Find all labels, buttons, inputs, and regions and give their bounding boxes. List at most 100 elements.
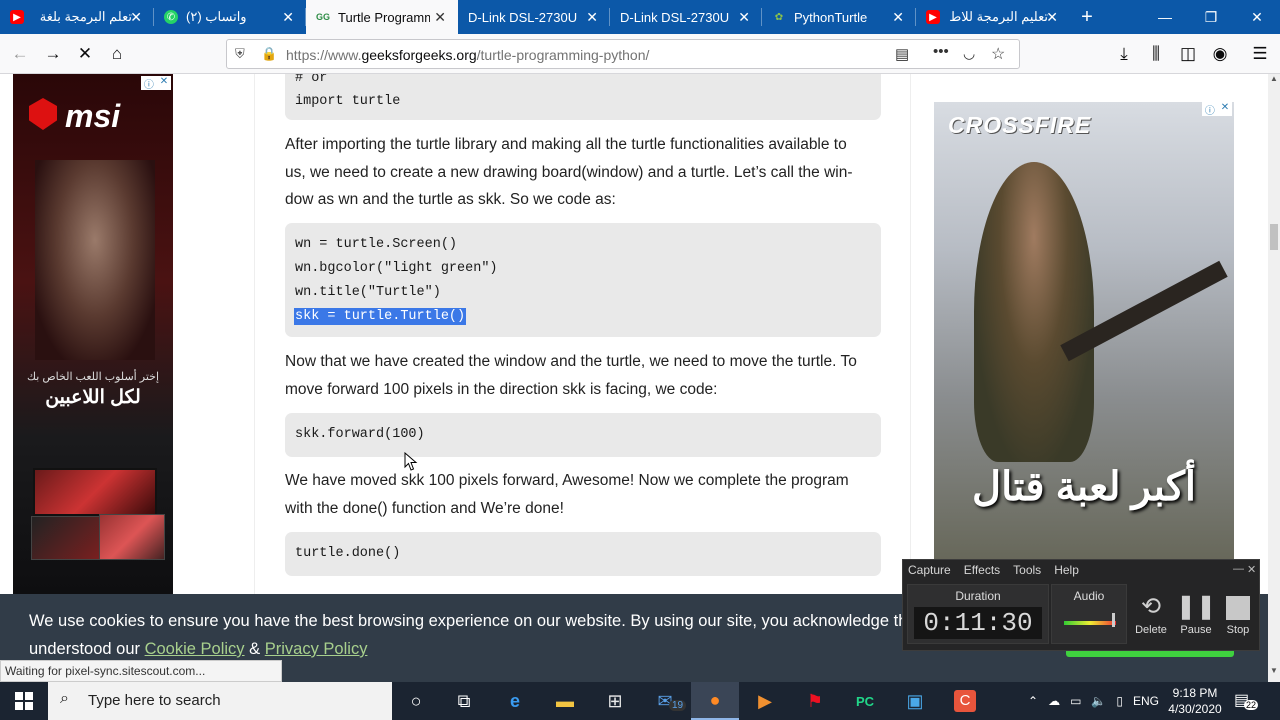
close-icon[interactable]: ✕: [1247, 563, 1256, 576]
clock-time: 9:18 PM: [1172, 686, 1218, 700]
crossfire-advertisement[interactable]: ⓘ ✕ CROSSFIRE أكبر لعبة قتال: [934, 102, 1234, 594]
cortana-icon[interactable]: ○: [392, 682, 440, 720]
menu-help[interactable]: Help: [1054, 563, 1079, 577]
code-block-forward: skk.forward(100): [285, 413, 881, 457]
power-icon[interactable]: ▯: [1116, 694, 1123, 708]
file-explorer-icon[interactable]: ▬: [541, 682, 589, 720]
home-button[interactable]: ⌂: [103, 40, 131, 68]
privacy-policy-link[interactable]: Privacy Policy: [265, 640, 368, 658]
scroll-up-arrow[interactable]: ▲: [1268, 74, 1280, 88]
forward-button[interactable]: →: [39, 40, 67, 68]
tab-label: PythonTurtle: [794, 9, 868, 25]
scroll-down-arrow[interactable]: ▼: [1268, 666, 1280, 680]
close-tab-icon[interactable]: ✕: [282, 9, 294, 26]
menu-tools[interactable]: Tools: [1013, 563, 1041, 577]
msi-advertisement[interactable]: ⓘ ✕ msi إختر أسلوب اللعب الخاص بك لكل الل…: [13, 74, 173, 594]
stop-loading-button[interactable]: ✕: [71, 40, 99, 68]
ad-choices-icon[interactable]: ⓘ ✕: [1202, 102, 1232, 117]
mail-icon[interactable]: ✉ 19: [641, 682, 689, 720]
pause-button[interactable]: ❚❚ Pause: [1174, 592, 1218, 636]
stop-button[interactable]: Stop: [1216, 592, 1260, 636]
menu-effects[interactable]: Effects: [964, 563, 1000, 577]
library-icon[interactable]: ⫼: [1142, 40, 1170, 68]
reader-view-icon[interactable]: ▤: [895, 45, 909, 63]
sidebar-icon[interactable]: ◫: [1174, 40, 1202, 68]
code-line: wn.bgcolor("light green"): [295, 261, 498, 276]
acrobat-icon[interactable]: ⚑: [791, 682, 839, 720]
geeksforgeeks-icon: GG: [316, 12, 331, 22]
menu-icon[interactable]: ☰: [1246, 40, 1274, 68]
close-tab-icon[interactable]: ✕: [1046, 9, 1058, 26]
bookmark-star-icon[interactable]: ☆: [991, 44, 1005, 64]
youtube-icon: ▶: [926, 10, 940, 24]
download-icon[interactable]: ⤓: [1110, 40, 1138, 68]
mail-badge: 19: [669, 700, 687, 711]
page-actions-icon[interactable]: •••: [933, 43, 949, 60]
lock-icon[interactable]: 🔒: [261, 46, 277, 62]
close-tab-icon[interactable]: ✕: [434, 9, 446, 26]
taskbar-search[interactable]: ⌕ Type here to search: [48, 682, 392, 720]
camtasia-icon[interactable]: C: [941, 682, 989, 720]
navigation-toolbar: ← → ✕ ⌂ ⛨ 🔒 https://www.geeksforgeeks.or…: [0, 34, 1280, 74]
address-bar[interactable]: ⛨ 🔒 https://www.geeksforgeeks.org/turtle…: [226, 39, 1020, 69]
tab-dlink-1[interactable]: D-Link DSL-2730U ✕: [458, 0, 610, 34]
tab-dlink-2[interactable]: D-Link DSL-2730U ✕: [610, 0, 762, 34]
clock[interactable]: 9:18 PM 4/30/2020: [1160, 685, 1230, 717]
media-player-icon[interactable]: ▶: [741, 682, 789, 720]
page-scrollbar[interactable]: ▲ ▼: [1268, 74, 1280, 682]
language-indicator[interactable]: ENG: [1133, 694, 1159, 708]
tab-label: (٢) واتساب: [186, 9, 247, 24]
tab-label: Turtle Programmi: [338, 9, 430, 25]
minimize-button[interactable]: —: [1142, 0, 1188, 34]
restore-button[interactable]: ❐: [1188, 0, 1234, 34]
store-icon[interactable]: ⊞: [591, 682, 639, 720]
delete-button[interactable]: ⟲ Delete: [1129, 592, 1173, 636]
msi-brand: msi: [65, 98, 121, 134]
scrollbar-thumb[interactable]: [1270, 224, 1278, 250]
pocket-icon[interactable]: ◡: [963, 45, 975, 62]
cookie-policy-link[interactable]: Cookie Policy: [145, 640, 245, 658]
ad-choices-icon[interactable]: ⓘ ✕: [141, 76, 171, 91]
tab-pythonturtle[interactable]: ✿ PythonTurtle ✕: [762, 0, 916, 34]
selected-code-text[interactable]: skk = turtle.Turtle(): [293, 308, 467, 325]
edge-icon[interactable]: e: [491, 682, 539, 720]
minimize-icon[interactable]: —: [1233, 563, 1244, 575]
close-tab-icon[interactable]: ✕: [738, 9, 750, 26]
cookie-text: understood our: [29, 640, 145, 658]
audio-slider-handle[interactable]: [1112, 613, 1115, 627]
shield-icon[interactable]: ⛨: [235, 46, 245, 62]
laptop-image: [33, 468, 157, 516]
msi-shield-logo: [29, 98, 57, 130]
tab-whatsapp[interactable]: ✆ (٢) واتساب ✕: [154, 0, 306, 34]
pycharm-icon[interactable]: PC: [841, 682, 889, 720]
audio-label: Audio: [1073, 589, 1105, 603]
audio-level-meter[interactable]: [1064, 621, 1116, 625]
paragraph: We have moved skk 100 pixels forward, Aw…: [285, 467, 881, 522]
menu-capture[interactable]: Capture: [908, 563, 951, 577]
close-tab-icon[interactable]: ✕: [130, 9, 142, 26]
firefox-icon[interactable]: ●: [691, 682, 739, 720]
volume-icon[interactable]: 🔈: [1091, 694, 1106, 708]
start-button[interactable]: [0, 682, 48, 720]
close-window-button[interactable]: ✕: [1234, 0, 1280, 34]
task-view-icon[interactable]: ⧉: [440, 682, 488, 720]
text-line: us, we need to create a new drawing boar…: [285, 163, 853, 181]
notification-icon[interactable]: ▤ 22: [1234, 690, 1259, 710]
new-tab-button[interactable]: +: [1064, 0, 1110, 34]
ad-tagline-large: لكل اللاعبين: [45, 387, 141, 408]
tab-youtube-1[interactable]: ▶ تعلم البرمجة بلغة ✕: [0, 0, 154, 34]
notification-count: 22: [1244, 700, 1259, 710]
network-icon[interactable]: ▭: [1070, 694, 1081, 708]
laptop-image: [99, 514, 165, 560]
close-tab-icon[interactable]: ✕: [892, 9, 904, 26]
url-text: https://www.geeksforgeeks.org/turtle-pro…: [286, 47, 650, 63]
close-tab-icon[interactable]: ✕: [586, 9, 598, 26]
chevron-up-icon[interactable]: ⌃: [1028, 694, 1038, 708]
window-app-icon[interactable]: ▣: [891, 682, 939, 720]
stop-icon: [1216, 592, 1260, 624]
onedrive-icon[interactable]: ☁: [1048, 694, 1060, 708]
tab-youtube-2[interactable]: ▶ تعليم البرمجة للاط ✕: [916, 0, 1070, 34]
account-icon[interactable]: ◉: [1206, 40, 1234, 68]
back-button[interactable]: ←: [6, 40, 34, 68]
tab-geeksforgeeks[interactable]: GG Turtle Programmi ✕: [306, 0, 458, 34]
